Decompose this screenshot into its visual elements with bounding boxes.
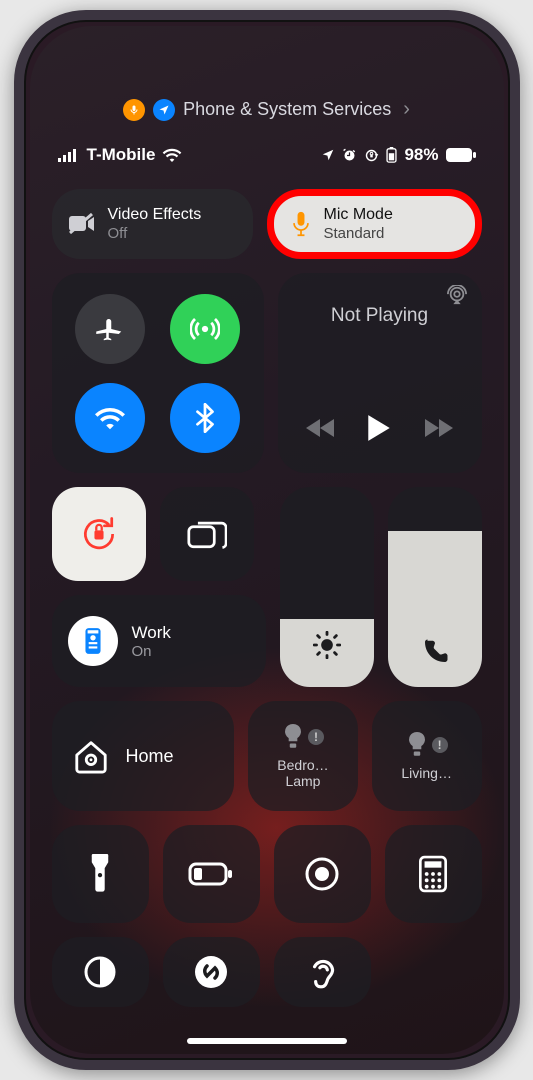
brightness-icon (313, 631, 341, 659)
privacy-banner[interactable]: Phone & System Services › (52, 98, 482, 121)
media-title: Not Playing (292, 305, 468, 327)
record-icon (304, 856, 340, 892)
status-bar: T-Mobile 98% (52, 145, 482, 165)
bulb-icon (406, 731, 428, 759)
rotation-lock-status-icon (364, 148, 379, 163)
calculator-icon (418, 855, 448, 893)
battery-low-icon (188, 862, 234, 886)
shazam-button[interactable] (163, 937, 260, 1007)
video-effects-button[interactable]: Video Effects Off (52, 189, 253, 259)
warning-icon: ! (308, 729, 324, 745)
next-track-button[interactable] (423, 417, 453, 439)
battery-percentage: 98% (404, 145, 438, 165)
location-status-icon (321, 148, 335, 162)
cellular-data-button[interactable] (170, 294, 240, 364)
wifi-button[interactable] (75, 383, 145, 453)
control-center: Phone & System Services › T-Mobile 98% (30, 26, 504, 1054)
mic-mode-subtitle: Standard (324, 225, 393, 243)
location-icon (153, 99, 175, 121)
chevron-right-icon: › (403, 98, 410, 121)
bulb-icon (282, 723, 304, 751)
alarm-icon (342, 148, 357, 163)
carrier-label: T-Mobile (87, 145, 156, 165)
focus-title: Work (132, 623, 171, 643)
bedroom-label-2: Lamp (285, 773, 320, 789)
home-icon (72, 738, 110, 774)
mic-mode-button[interactable]: Mic Mode Standard (267, 189, 482, 259)
flashlight-icon (89, 854, 111, 894)
airplay-icon[interactable] (446, 285, 468, 305)
bedroom-label-1: Bedro… (277, 757, 328, 773)
wifi-icon (162, 148, 182, 162)
warning-icon: ! (432, 737, 448, 753)
screen-record-button[interactable] (274, 825, 371, 923)
volume-slider[interactable] (388, 487, 482, 687)
video-effects-subtitle: Off (108, 225, 202, 243)
screen-mirroring-button[interactable] (160, 487, 254, 581)
phone-icon (420, 637, 450, 667)
video-off-icon (68, 213, 96, 235)
volume-down-button (14, 310, 16, 380)
play-button[interactable] (365, 413, 393, 443)
calculator-button[interactable] (385, 825, 482, 923)
rotation-lock-button[interactable] (52, 487, 146, 581)
airplane-mode-button[interactable] (75, 294, 145, 364)
media-tile[interactable]: Not Playing (278, 273, 482, 473)
focus-button[interactable]: Work On (52, 595, 266, 687)
brightness-slider[interactable] (280, 487, 374, 687)
cellular-signal-icon (58, 148, 80, 162)
focus-badge-icon (68, 616, 118, 666)
connectivity-tile[interactable] (52, 273, 264, 473)
ear-icon (308, 954, 336, 990)
screen-mirroring-icon (187, 517, 227, 551)
living-label: Living… (401, 765, 452, 781)
video-effects-title: Video Effects (108, 205, 202, 224)
dark-mode-icon (83, 955, 117, 989)
home-label: Home (126, 746, 174, 767)
volume-up-button (14, 220, 16, 290)
flashlight-button[interactable] (52, 825, 149, 923)
previous-track-button[interactable] (306, 417, 336, 439)
rotation-lock-icon (79, 514, 119, 554)
battery-share-icon (386, 147, 397, 163)
battery-icon (446, 148, 476, 162)
bluetooth-button[interactable] (170, 383, 240, 453)
mic-mode-title: Mic Mode (324, 205, 393, 224)
home-indicator[interactable] (187, 1038, 347, 1044)
dark-mode-button[interactable] (52, 937, 149, 1007)
power-button (518, 280, 520, 390)
focus-subtitle: On (132, 643, 171, 660)
living-room-button[interactable]: ! Living… (372, 701, 482, 811)
bedroom-lamp-button[interactable]: ! Bedro… Lamp (248, 701, 358, 811)
shazam-icon (193, 954, 229, 990)
low-power-mode-button[interactable] (163, 825, 260, 923)
microphone-icon (123, 99, 145, 121)
hearing-button[interactable] (274, 937, 371, 1007)
microphone-icon (290, 211, 312, 237)
phone-frame: Phone & System Services › T-Mobile 98% (14, 10, 520, 1070)
privacy-banner-label: Phone & System Services (183, 99, 391, 120)
home-button[interactable]: Home (52, 701, 235, 811)
